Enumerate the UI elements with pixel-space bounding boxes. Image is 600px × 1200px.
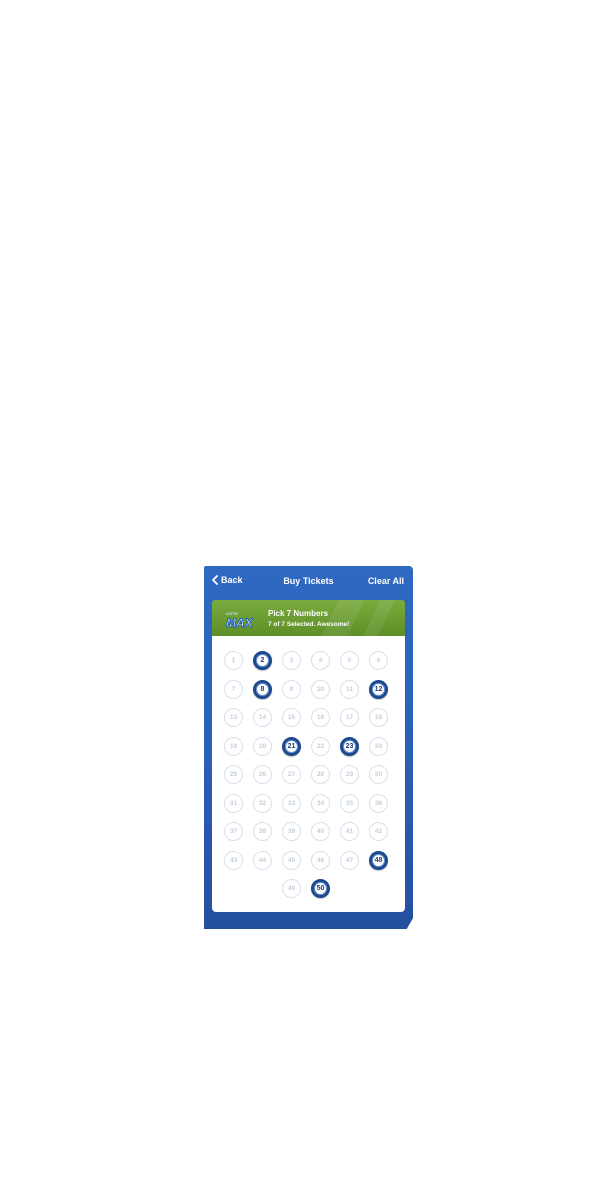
number-ball-43[interactable]: 43 [224,850,243,870]
number-ball-36[interactable]: 36 [369,793,388,813]
number-ball-26[interactable]: 26 [253,765,272,784]
number-ball-1[interactable]: 1 [224,651,243,670]
number-ball-9[interactable]: 9 [282,679,301,699]
lotto-max-screen: Back Buy Tickets Clear All LOTTO MAX Pic… [204,566,413,929]
number-ball-45[interactable]: 45 [282,850,301,870]
number-ball-50[interactable]: 50 [311,879,330,898]
number-ball-25[interactable]: 25 [224,765,243,784]
number-ball-7[interactable]: 7 [224,679,243,699]
nav-bar: Back Buy Tickets Clear All [204,566,413,596]
number-ball-31[interactable]: 31 [224,793,243,813]
number-ball-16[interactable]: 16 [311,708,330,727]
number-ball-10[interactable]: 10 [311,679,330,699]
number-ball-35[interactable]: 35 [340,793,359,813]
number-ball-17[interactable]: 17 [340,708,359,727]
number-ball-29[interactable]: 29 [340,765,359,784]
number-ball-49[interactable]: 49 [282,879,301,898]
banner-subtitle: 7 of 7 Selected. Awesome! [268,621,350,628]
number-ball-20[interactable]: 20 [253,736,272,756]
number-ball-11[interactable]: 11 [340,679,359,699]
number-ball-21[interactable]: 21 [282,736,301,756]
number-ball-33[interactable]: 33 [282,793,301,813]
number-ball-30[interactable]: 30 [369,765,388,784]
number-ball-15[interactable]: 15 [282,708,301,727]
number-ball-14[interactable]: 14 [253,708,272,727]
banner-title: Pick 7 Numbers [268,609,329,618]
number-ball-4[interactable]: 4 [311,651,330,670]
number-ball-34[interactable]: 34 [311,793,330,813]
svg-text:MAX: MAX [226,616,254,630]
number-ball-28[interactable]: 28 [311,765,330,784]
number-ball-44[interactable]: 44 [253,850,272,870]
number-ball-48[interactable]: 48 [369,850,388,870]
number-ball-3[interactable]: 3 [282,651,301,670]
number-ball-41[interactable]: 41 [340,822,359,841]
number-ball-46[interactable]: 46 [311,850,330,870]
number-ball-12[interactable]: 12 [369,679,388,699]
number-ball-27[interactable]: 27 [282,765,301,784]
number-ball-38[interactable]: 38 [253,822,272,841]
number-ball-13[interactable]: 13 [224,708,243,727]
number-ball-47[interactable]: 47 [340,850,359,870]
number-ball-5[interactable]: 5 [340,651,359,670]
number-ball-40[interactable]: 40 [311,822,330,841]
number-ball-23[interactable]: 23 [340,736,359,756]
clear-all-button[interactable]: Clear All [368,576,404,586]
number-ball-24[interactable]: 24 [369,736,388,756]
number-picker-panel: 1 2 3 4 5 6 7 8 9 10 11 12 13 14 15 16 17 18 19 20 21 22 23 24 2… [212,636,405,912]
number-ball-42[interactable]: 42 [369,822,388,841]
number-ball-19[interactable]: 19 [224,736,243,756]
number-ball-18[interactable]: 18 [369,708,388,727]
lotto-max-logo: LOTTO MAX [226,612,255,630]
number-ball-37[interactable]: 37 [224,822,243,841]
number-ball-32[interactable]: 32 [253,793,272,813]
number-ball-22[interactable]: 22 [311,736,330,756]
pick-numbers-banner: LOTTO MAX Pick 7 Numbers 7 of 7 Selected… [212,600,405,636]
number-ball-8[interactable]: 8 [253,679,272,699]
number-ball-39[interactable]: 39 [282,822,301,841]
number-ball-2[interactable]: 2 [253,651,272,670]
number-ball-6[interactable]: 6 [369,651,388,670]
